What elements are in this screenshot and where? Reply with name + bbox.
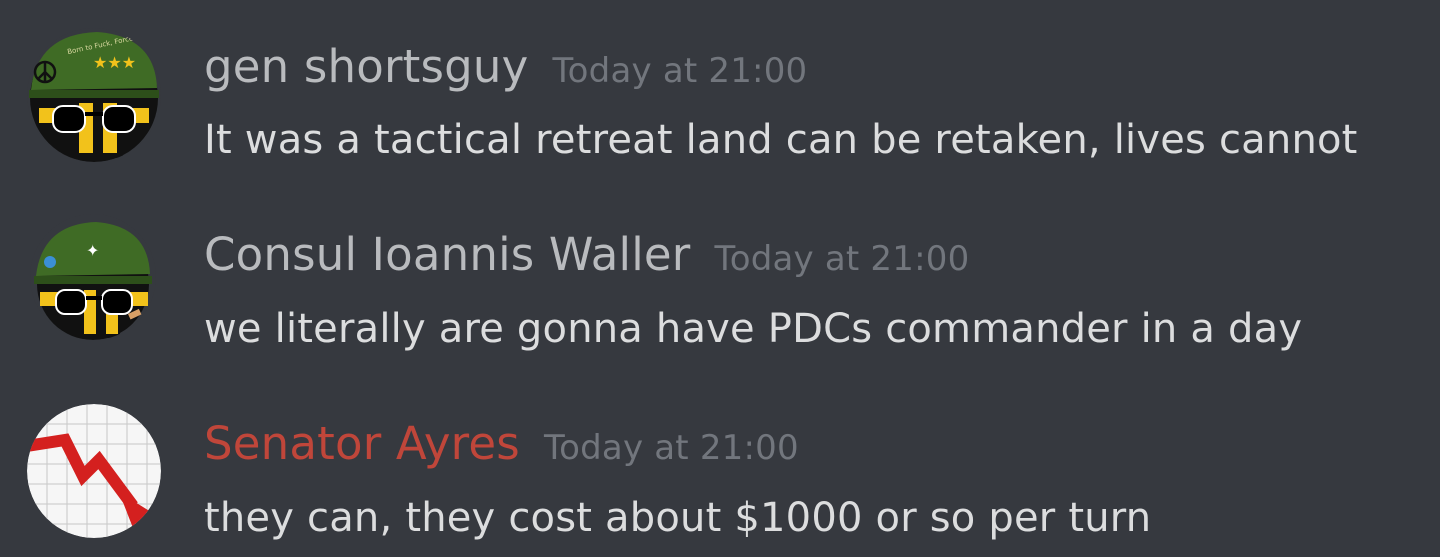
timestamp[interactable]: Today at 21:00 [544,431,799,465]
message-header: Senator Ayres Today at 21:00 [204,421,799,466]
message-content: they can, they cost about $1000 or so pe… [204,495,1152,541]
username[interactable]: Consul Ioannis Waller [204,232,691,277]
svg-text:✦: ✦ [86,241,99,260]
message-header: Consul Ioannis Waller Today at 21:00 [204,232,969,277]
message-content: we literally are gonna have PDCs command… [204,306,1303,352]
declining-chart-avatar-icon[interactable] [27,404,161,538]
timestamp[interactable]: Today at 21:00 [715,242,970,276]
username[interactable]: Senator Ayres [204,421,520,466]
message: Senator Ayres Today at 21:00 they can, t… [0,0,1440,538]
helmet-ball-avatar-icon[interactable]: ✦ [30,214,156,340]
